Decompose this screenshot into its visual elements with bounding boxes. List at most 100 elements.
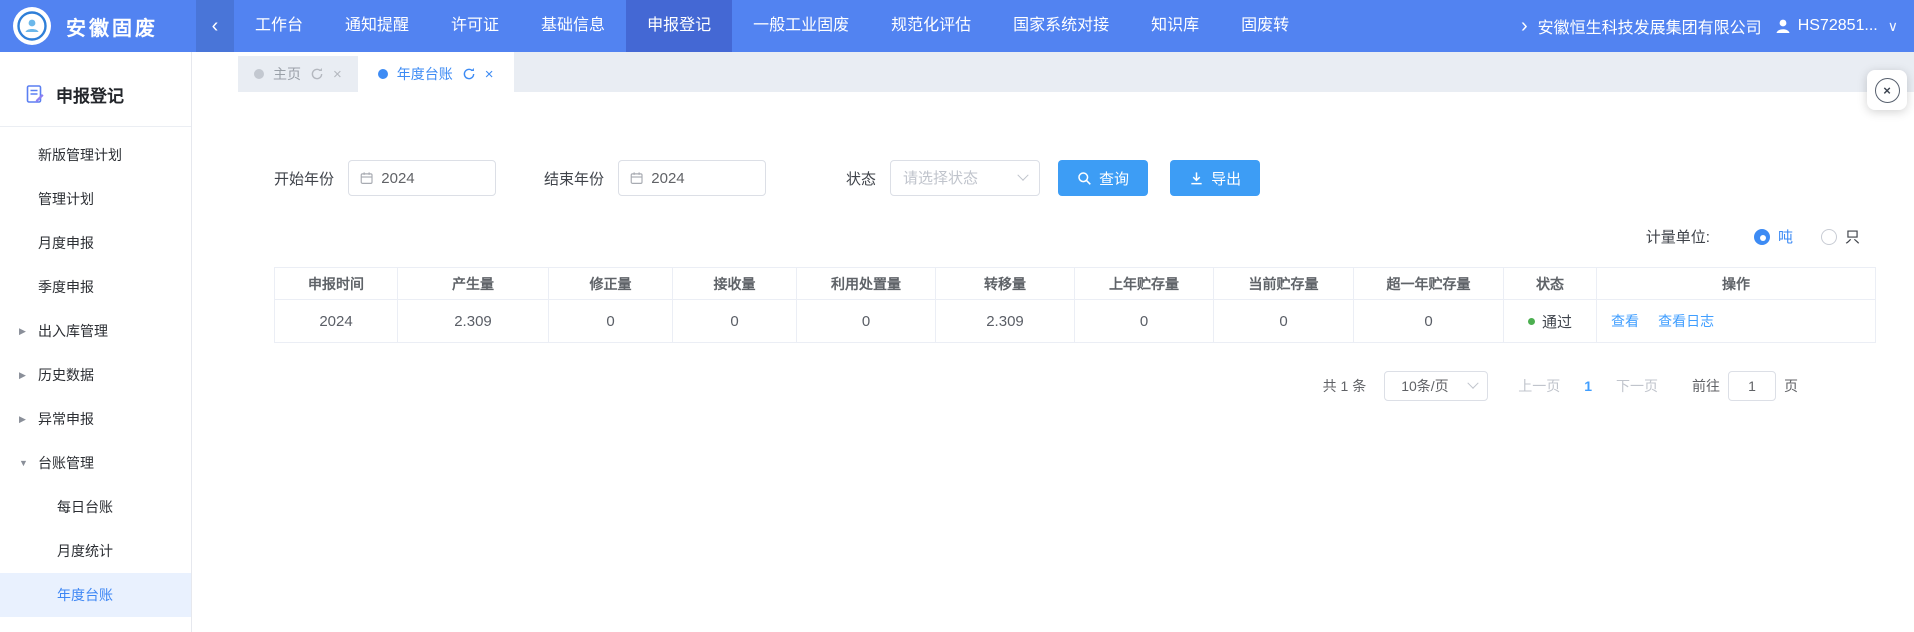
unit-radio-piece[interactable]: 只 bbox=[1821, 226, 1860, 247]
col-utilized-disposed: 利用处置量 bbox=[797, 268, 936, 300]
top-nav-right: › 安徽恒生科技发展集团有限公司 HS72851... ∨ bbox=[1519, 14, 1914, 38]
close-all-tabs-button[interactable]: × bbox=[1867, 70, 1907, 110]
nav-item-basic-info[interactable]: 基础信息 bbox=[520, 0, 626, 52]
nav-item-national-system[interactable]: 国家系统对接 bbox=[992, 0, 1130, 52]
nav-item-notifications[interactable]: 通知提醒 bbox=[324, 0, 430, 52]
sidebar-item-annual-ledger[interactable]: 年度台账 bbox=[0, 573, 191, 617]
calendar-icon bbox=[360, 170, 373, 186]
search-button[interactable]: 查询 bbox=[1058, 160, 1148, 196]
radio-unselected-icon bbox=[1821, 229, 1837, 245]
pagination: 共 1 条 10条/页 上一页 1 下一页 前往 页 bbox=[274, 371, 1798, 401]
cell-received: 0 bbox=[673, 300, 797, 343]
chevron-down-icon[interactable]: ∨ bbox=[1888, 18, 1898, 35]
brand-title: 安徽固废 bbox=[66, 12, 196, 41]
nav-item-waste-transfer[interactable]: 固废转 bbox=[1220, 0, 1310, 52]
goto-label: 前往 bbox=[1692, 376, 1720, 396]
col-received: 接收量 bbox=[673, 268, 797, 300]
cell-transferred: 2.309 bbox=[936, 300, 1075, 343]
annual-ledger-table: 申报时间 产生量 修正量 接收量 利用处置量 转移量 上年贮存量 当前贮存量 超… bbox=[274, 267, 1876, 343]
col-status: 状态 bbox=[1504, 268, 1597, 300]
chevron-left-icon: ‹ bbox=[212, 15, 219, 38]
top-nav-menu: 工作台 通知提醒 许可证 基础信息 申报登记 一般工业固废 规范化评估 国家系统… bbox=[234, 0, 1310, 52]
tab-bar: 主页 × 年度台账 × bbox=[193, 52, 1914, 92]
nav-item-standardization-assessment[interactable]: 规范化评估 bbox=[870, 0, 992, 52]
nav-scroll-right-icon[interactable]: › bbox=[1519, 15, 1538, 38]
page-size-select[interactable]: 10条/页 bbox=[1384, 371, 1488, 401]
sidebar-title: 申报登记 bbox=[56, 82, 124, 107]
page-number-1[interactable]: 1 bbox=[1584, 378, 1592, 394]
cell-generated: 2.309 bbox=[398, 300, 549, 343]
tab-home[interactable]: 主页 × bbox=[238, 56, 358, 92]
search-icon bbox=[1077, 171, 1092, 186]
app-root: 安徽固废 ‹ 工作台 通知提醒 许可证 基础信息 申报登记 一般工业固废 规范化… bbox=[0, 0, 1914, 632]
start-year-field[interactable] bbox=[348, 160, 496, 196]
refresh-icon[interactable] bbox=[462, 67, 476, 81]
unit-option-label: 吨 bbox=[1778, 226, 1793, 247]
prev-page-button[interactable]: 上一页 bbox=[1518, 376, 1560, 396]
close-icon[interactable]: × bbox=[333, 67, 342, 82]
next-page-button[interactable]: 下一页 bbox=[1616, 376, 1658, 396]
declaration-doc-icon bbox=[25, 84, 45, 104]
sidebar: 申报登记 新版管理计划 管理计划 月度申报 季度申报 ▶出入库管理 ▶历史数据 … bbox=[0, 52, 192, 632]
sidebar-item-ledger-management[interactable]: ▼台账管理 bbox=[0, 441, 191, 485]
chevron-down-icon bbox=[1017, 170, 1028, 181]
tab-annual-ledger[interactable]: 年度台账 × bbox=[362, 56, 510, 92]
col-over-one-year-storage: 超一年贮存量 bbox=[1354, 268, 1504, 300]
end-year-input[interactable] bbox=[651, 170, 754, 187]
view-link[interactable]: 查看 bbox=[1611, 313, 1639, 329]
arrow-right-icon: ▶ bbox=[19, 353, 26, 397]
sidebar-header: 申报登记 bbox=[0, 52, 191, 127]
col-generated: 产生量 bbox=[398, 268, 549, 300]
tab-dot-icon bbox=[378, 69, 388, 79]
top-nav: 安徽固废 ‹ 工作台 通知提醒 许可证 基础信息 申报登记 一般工业固废 规范化… bbox=[0, 0, 1914, 52]
end-year-field[interactable] bbox=[618, 160, 766, 196]
col-declare-time: 申报时间 bbox=[275, 268, 398, 300]
status-select[interactable] bbox=[890, 160, 1040, 196]
arrow-down-icon: ▼ bbox=[19, 441, 28, 485]
sidebar-item-monthly-statistics[interactable]: 月度统计 bbox=[0, 529, 191, 573]
col-last-year-storage: 上年贮存量 bbox=[1075, 268, 1214, 300]
col-actions: 操作 bbox=[1597, 268, 1876, 300]
tabs-wrap: 主页 × 年度台账 × bbox=[193, 52, 514, 92]
search-button-label: 查询 bbox=[1099, 168, 1129, 189]
tab-dot-icon bbox=[254, 69, 264, 79]
sidebar-item-monthly-declaration[interactable]: 月度申报 bbox=[0, 221, 191, 265]
goto-page-input[interactable] bbox=[1728, 371, 1776, 401]
view-log-link[interactable]: 查看日志 bbox=[1658, 313, 1714, 329]
export-button[interactable]: 导出 bbox=[1170, 160, 1260, 196]
refresh-icon[interactable] bbox=[310, 67, 324, 81]
status-label: 状态 bbox=[846, 168, 876, 189]
nav-item-workbench[interactable]: 工作台 bbox=[234, 0, 324, 52]
sidebar-item-management-plan[interactable]: 管理计划 bbox=[0, 177, 191, 221]
cell-corrected: 0 bbox=[549, 300, 673, 343]
tab-label: 主页 bbox=[273, 64, 301, 84]
status-select-input[interactable] bbox=[903, 170, 1019, 187]
total-count: 共 1 条 bbox=[1323, 376, 1367, 396]
tab-label: 年度台账 bbox=[397, 64, 453, 84]
main-area: 主页 × 年度台账 × bbox=[193, 52, 1914, 632]
chevron-down-icon bbox=[1468, 378, 1479, 389]
start-year-label: 开始年份 bbox=[274, 168, 334, 189]
unit-radio-ton[interactable]: 吨 bbox=[1754, 226, 1793, 247]
company-name[interactable]: 安徽恒生科技发展集团有限公司 bbox=[1538, 14, 1762, 38]
sidebar-item-abnormal-declaration[interactable]: ▶异常申报 bbox=[0, 397, 191, 441]
sidebar-collapse-button[interactable]: ‹ bbox=[196, 0, 234, 52]
nav-item-license[interactable]: 许可证 bbox=[430, 0, 520, 52]
nav-item-general-industrial-waste[interactable]: 一般工业固废 bbox=[732, 0, 870, 52]
nav-item-declaration[interactable]: 申报登记 bbox=[626, 0, 732, 52]
nav-item-knowledge-base[interactable]: 知识库 bbox=[1130, 0, 1220, 52]
user-icon bbox=[1774, 17, 1792, 35]
user-id[interactable]: HS72851... bbox=[1798, 17, 1878, 35]
start-year-input[interactable] bbox=[381, 170, 484, 187]
goto-unit-label: 页 bbox=[1784, 376, 1798, 396]
sidebar-item-history-data[interactable]: ▶历史数据 bbox=[0, 353, 191, 397]
sidebar-item-quarterly-declaration[interactable]: 季度申报 bbox=[0, 265, 191, 309]
unit-option-label: 只 bbox=[1845, 226, 1860, 247]
cell-over-one-year-storage: 0 bbox=[1354, 300, 1504, 343]
sidebar-item-daily-ledger[interactable]: 每日台账 bbox=[0, 485, 191, 529]
sidebar-item-new-management-plan[interactable]: 新版管理计划 bbox=[0, 133, 191, 177]
sidebar-item-inout-warehouse[interactable]: ▶出入库管理 bbox=[0, 309, 191, 353]
cell-last-year-storage: 0 bbox=[1075, 300, 1214, 343]
unit-label: 计量单位: bbox=[1646, 226, 1710, 247]
close-icon[interactable]: × bbox=[485, 67, 494, 82]
